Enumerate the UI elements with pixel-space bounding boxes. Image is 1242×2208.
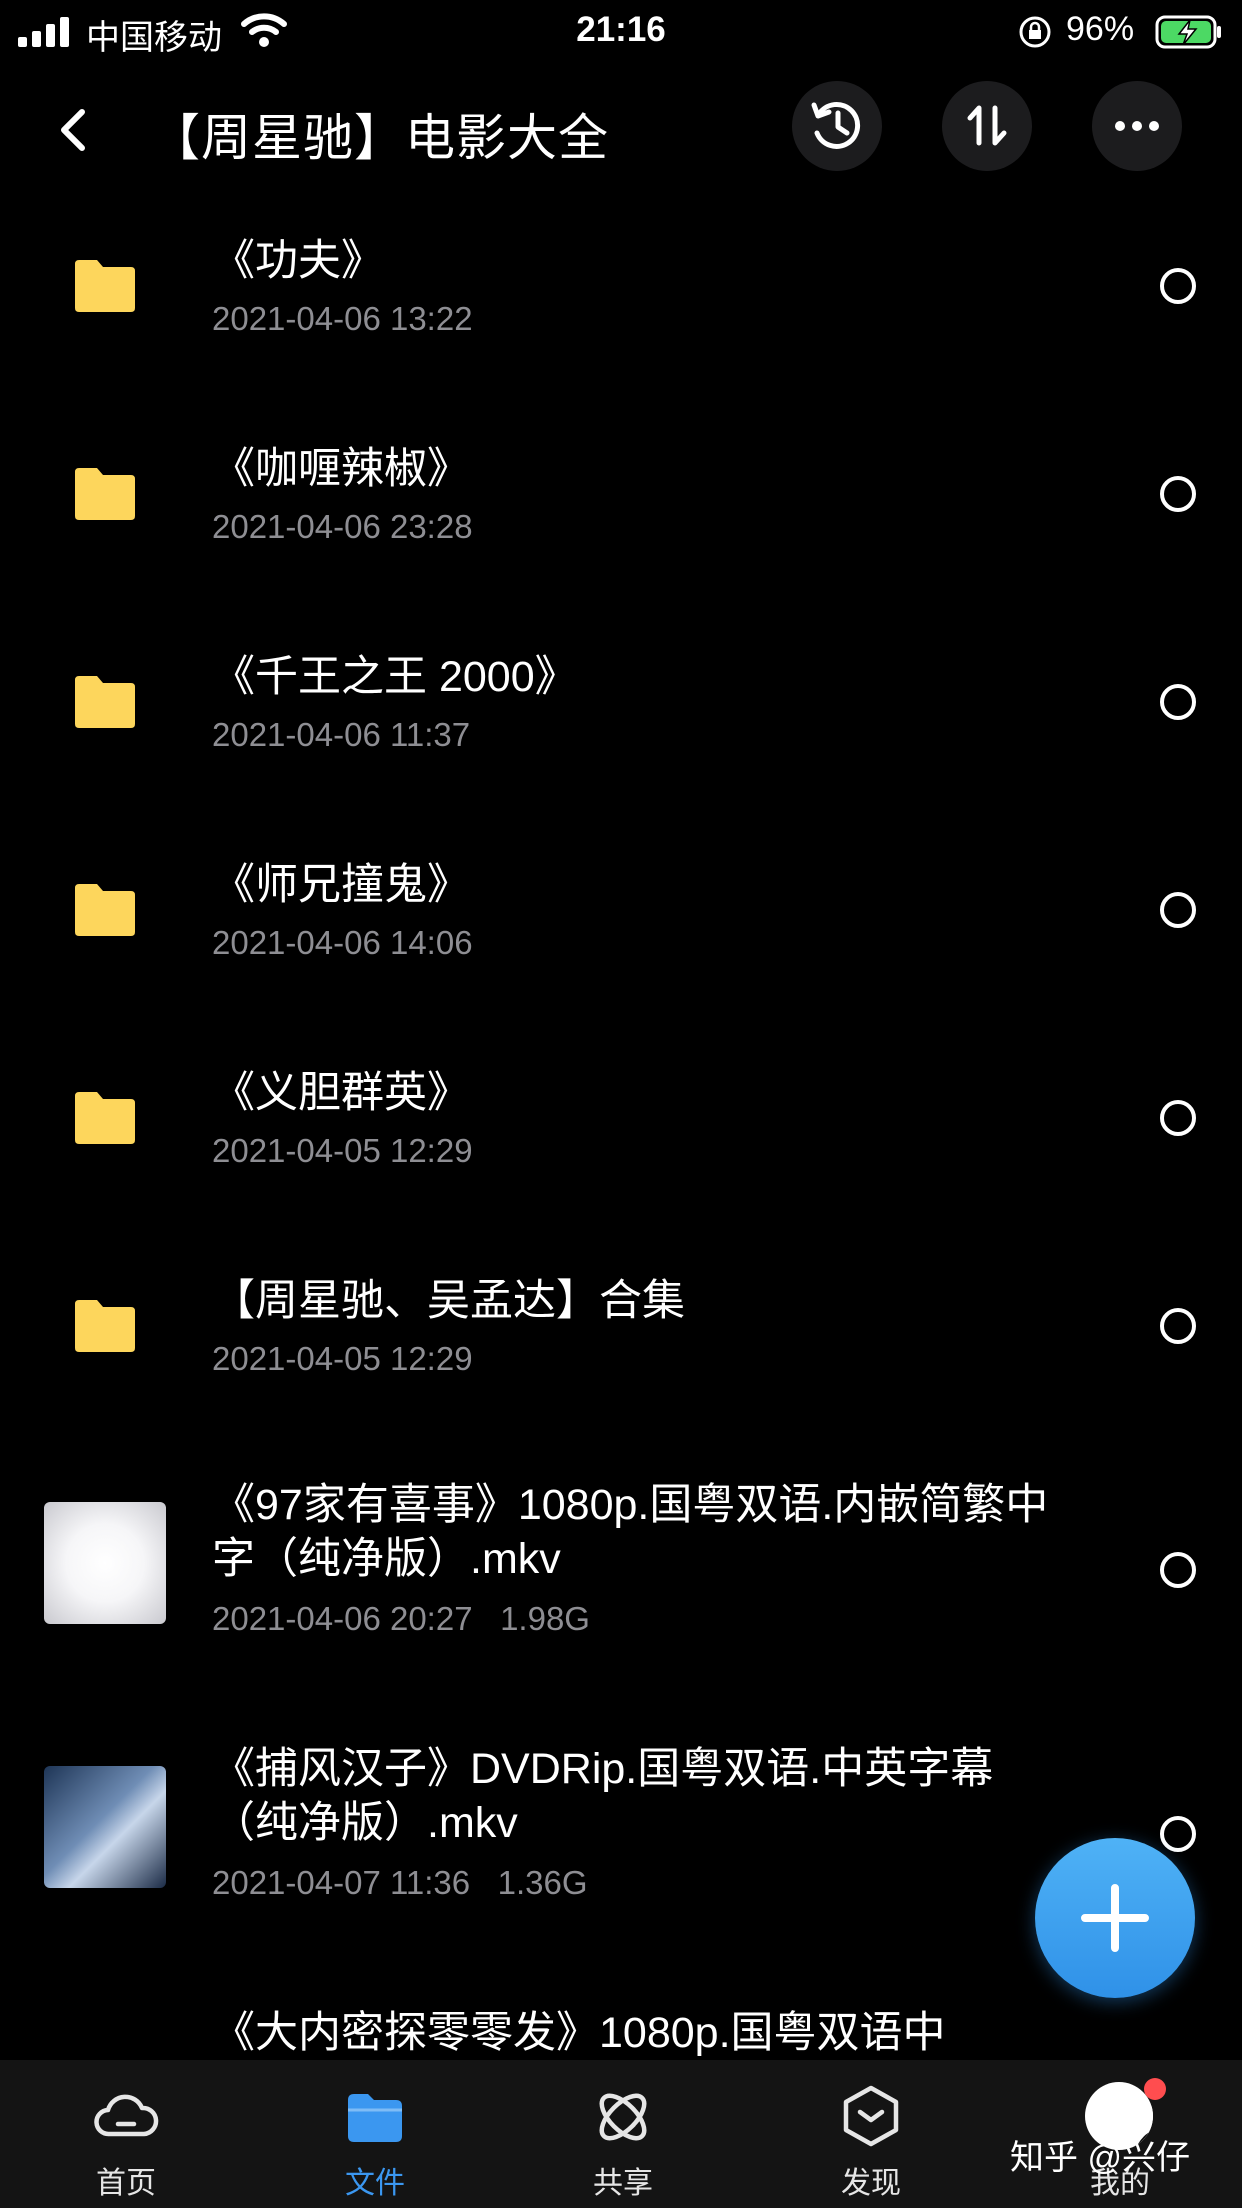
list-item[interactable]: 《功夫》 2021-04-06 13:22 [0, 192, 1242, 400]
file-name: 【周星驰、吴孟达】合集 [212, 1277, 685, 1325]
folder-icon [75, 468, 135, 520]
add-button[interactable] [1035, 1838, 1195, 1998]
video-thumbnail [44, 1502, 166, 1624]
folder-icon [75, 884, 135, 936]
back-button[interactable] [48, 100, 98, 160]
folder-icon [75, 676, 135, 728]
more-button[interactable] [1092, 81, 1182, 171]
status-bar: 中国移动 21:16 96% [0, 0, 1242, 62]
file-date: 2021-04-06 14:06 [212, 924, 473, 961]
history-button[interactable] [792, 81, 882, 171]
file-date: 2021-04-07 11:36 [212, 1864, 471, 1901]
plus-icon [1081, 1884, 1149, 1952]
select-radio[interactable] [1160, 1552, 1196, 1588]
file-name: 《咖喱辣椒》 [212, 445, 470, 493]
select-radio[interactable] [1160, 684, 1196, 720]
tab-label: 发现 [841, 2167, 901, 2200]
file-date: 2021-04-06 23:28 [212, 508, 473, 545]
battery-charging-icon [1155, 15, 1221, 49]
video-thumbnail [44, 1766, 166, 1888]
top-navigation-bar: 【周星驰】电影大全 [0, 62, 1242, 192]
history-icon [811, 102, 861, 149]
file-name: 《千王之王 2000》 [212, 653, 578, 701]
folder-icon [75, 1300, 135, 1352]
rotation-lock-icon [1019, 16, 1051, 48]
watermark: 知乎 @兴仔 [1010, 2139, 1190, 2177]
tab-label: 共享 [593, 2167, 653, 2200]
folder-icon [75, 260, 135, 312]
list-item[interactable]: 《义胆群英》 2021-04-05 12:29 [0, 1024, 1242, 1232]
clock: 21:16 [576, 10, 666, 49]
sort-button[interactable] [942, 81, 1032, 171]
select-radio[interactable] [1160, 1308, 1196, 1344]
tab-discover[interactable]: 发现 [791, 2060, 951, 2208]
file-size: 1.98G [500, 1600, 590, 1637]
notification-dot [1144, 2078, 1166, 2100]
tab-share[interactable]: 共享 [543, 2060, 703, 2208]
share-icon [599, 2093, 647, 2141]
list-item[interactable]: 《千王之王 2000》 2021-04-06 11:37 [0, 608, 1242, 816]
select-radio[interactable] [1160, 476, 1196, 512]
tab-files[interactable]: 文件 [295, 2060, 455, 2208]
file-list: 《功夫》 2021-04-06 13:22 《咖喱辣椒》 2021-04-06 … [0, 192, 1242, 2060]
discover-icon [843, 2085, 899, 2147]
file-date: 2021-04-05 12:29 [212, 1132, 473, 1169]
list-item[interactable]: 《师兄撞鬼》 2021-04-06 14:06 [0, 816, 1242, 1024]
tab-home[interactable]: 首页 [46, 2060, 206, 2208]
file-name: 《97家有喜事》1080p.国粤双语.内嵌简繁中字（纯净版）.mkv [212, 1481, 1049, 1583]
file-name: 《捕风汉子》DVDRip.国粤双语.中英字幕（纯净版）.mkv [212, 1745, 994, 1847]
tab-label: 文件 [345, 2167, 405, 2200]
select-radio[interactable] [1160, 268, 1196, 304]
folder-icon [348, 2094, 402, 2142]
file-size: 1.36G [497, 1864, 588, 1901]
file-meta: 2021-04-06 20:27 1.98G [212, 1600, 590, 1638]
page-title: 【周星驰】电影大全 [150, 110, 609, 166]
file-date: 2021-04-05 12:29 [212, 1340, 473, 1377]
tab-label: 首页 [96, 2167, 156, 2200]
select-radio[interactable] [1160, 892, 1196, 928]
more-icon [1115, 121, 1159, 131]
cloud-icon [94, 2094, 159, 2137]
list-item[interactable]: 《咖喱辣椒》 2021-04-06 23:28 [0, 400, 1242, 608]
sort-icon [967, 105, 1007, 146]
file-name: 《师兄撞鬼》 [212, 861, 470, 909]
folder-icon [75, 1092, 135, 1144]
file-date: 2021-04-06 20:27 [212, 1600, 473, 1637]
file-meta: 2021-04-07 11:36 1.36G [212, 1864, 588, 1902]
select-radio[interactable] [1160, 1100, 1196, 1136]
file-date: 2021-04-06 11:37 [212, 716, 471, 753]
file-name: 《义胆群英》 [212, 1069, 470, 1117]
battery-percent: 96% [1066, 10, 1135, 48]
file-name: 《功夫》 [212, 237, 384, 285]
file-name: 《大内密探零零发》1080p.国粤双语中 [212, 2009, 946, 2057]
file-date: 2021-04-06 13:22 [212, 300, 473, 337]
list-item[interactable]: 【周星驰、吴孟达】合集 2021-04-05 12:29 [0, 1232, 1242, 1440]
list-item[interactable]: 《97家有喜事》1080p.国粤双语.内嵌简繁中字（纯净版）.mkv 2021-… [0, 1440, 1242, 1704]
